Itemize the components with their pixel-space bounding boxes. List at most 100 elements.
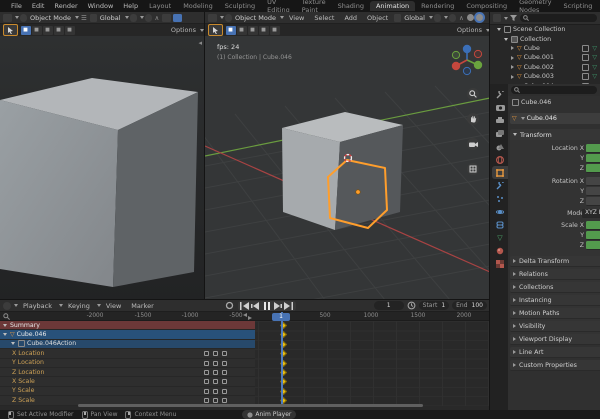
select-mode-intersect[interactable]: ■ bbox=[270, 26, 280, 35]
navigation-gizmo[interactable] bbox=[449, 42, 485, 78]
channel-y-location[interactable]: Y Location bbox=[0, 359, 255, 368]
panel-viewport-display[interactable]: Viewport Display bbox=[510, 334, 600, 345]
tab-modifiers[interactable] bbox=[492, 179, 508, 192]
outliner-row-scene-collection[interactable]: Scene Collection bbox=[490, 25, 600, 34]
shading-solid-icon[interactable] bbox=[173, 14, 182, 22]
gizmo-z-axis[interactable] bbox=[463, 45, 471, 53]
panel-line-art[interactable]: Line Art bbox=[510, 347, 600, 358]
tab-view-layer[interactable] bbox=[492, 127, 508, 140]
modifier-icon[interactable] bbox=[204, 379, 209, 384]
tab-constraints[interactable] bbox=[492, 218, 508, 231]
mute-icon[interactable] bbox=[213, 361, 218, 366]
channel-y-scale[interactable]: Y Scale bbox=[0, 387, 255, 396]
menu-edit[interactable]: Edit bbox=[27, 2, 50, 10]
channel-x-location[interactable]: X Location bbox=[0, 349, 255, 358]
editor-type-caret[interactable] bbox=[15, 16, 19, 19]
editor-type-timeline-icon[interactable] bbox=[3, 302, 11, 310]
select-mode-subtract[interactable]: ■ bbox=[248, 26, 258, 35]
object-type-caret[interactable] bbox=[521, 117, 525, 120]
mode-select-center[interactable]: Object Mode bbox=[235, 14, 276, 22]
rotation-x-field[interactable] bbox=[586, 177, 600, 186]
rotation-y-field[interactable] bbox=[586, 187, 600, 196]
frame-start-field[interactable]: Start1 bbox=[419, 301, 450, 310]
editor-type-caret[interactable] bbox=[220, 16, 224, 19]
material-data-icon[interactable]: ▽ bbox=[592, 45, 597, 52]
tab-rendering[interactable]: Rendering bbox=[415, 1, 460, 11]
active-tool-select-box[interactable] bbox=[208, 24, 223, 36]
channel-object[interactable]: ▽Cube.046 bbox=[0, 330, 255, 339]
sidebar-toggle-icon[interactable]: ◂ bbox=[198, 39, 202, 47]
tab-physics[interactable] bbox=[492, 205, 508, 218]
modifier-icon[interactable] bbox=[204, 398, 209, 403]
viewport-left-canvas[interactable]: ◂ bbox=[0, 36, 204, 300]
filter-funnel-icon[interactable] bbox=[510, 15, 517, 21]
select-mode-set[interactable]: ■ bbox=[21, 26, 31, 35]
auto-keying-record-icon[interactable] bbox=[225, 301, 234, 310]
disclosure-closed-icon[interactable] bbox=[511, 65, 514, 69]
panel-custom-properties[interactable]: Custom Properties bbox=[510, 360, 600, 371]
location-z-field[interactable] bbox=[586, 164, 600, 173]
scale-z-field[interactable] bbox=[586, 241, 600, 250]
lock-icon[interactable] bbox=[222, 379, 227, 384]
properties-search-input[interactable] bbox=[511, 86, 597, 94]
mute-icon[interactable] bbox=[213, 389, 218, 394]
gizmo-x-axis[interactable] bbox=[452, 62, 460, 70]
mesh-data-icon[interactable] bbox=[582, 64, 589, 71]
menu-keying[interactable]: Keying bbox=[63, 302, 95, 310]
falloff-icon[interactable]: ∧ bbox=[155, 14, 160, 22]
menu-render[interactable]: Render bbox=[49, 2, 82, 10]
frame-end-field[interactable]: End100 bbox=[452, 301, 487, 310]
menu-window[interactable]: Window bbox=[83, 2, 119, 10]
use-preview-range-clock-icon[interactable] bbox=[407, 301, 416, 310]
tab-sculpting[interactable]: Sculpting bbox=[219, 1, 261, 11]
options-center[interactable]: Options bbox=[457, 26, 482, 34]
tab-tool[interactable] bbox=[492, 88, 508, 101]
material-data-icon[interactable]: ▽ bbox=[592, 54, 597, 61]
lock-icon[interactable] bbox=[222, 351, 227, 356]
jump-to-start-button[interactable] bbox=[240, 302, 250, 310]
menu-help[interactable]: Help bbox=[118, 2, 143, 10]
current-frame-field[interactable]: 1 bbox=[374, 301, 404, 310]
snap-magnet-icon[interactable] bbox=[434, 14, 441, 22]
jump-to-end-button[interactable] bbox=[284, 302, 294, 310]
snap-caret[interactable] bbox=[140, 16, 144, 19]
channel-action[interactable]: Cube.046Action bbox=[0, 340, 255, 349]
mesh-data-icon[interactable] bbox=[582, 45, 589, 52]
mute-icon[interactable] bbox=[213, 398, 218, 403]
tab-particles[interactable] bbox=[492, 192, 508, 205]
orientation-select-center[interactable]: Global bbox=[404, 14, 425, 22]
tab-material[interactable] bbox=[492, 244, 508, 257]
mute-icon[interactable] bbox=[213, 351, 218, 356]
editor-type-outliner-icon[interactable] bbox=[493, 14, 501, 22]
disclosure-closed-icon[interactable] bbox=[511, 56, 514, 60]
rotation-mode-dropdown[interactable]: XYZ Euler bbox=[582, 209, 600, 218]
viewport-center-canvas[interactable]: fps: 24 (1) Collection | Cube.046 bbox=[205, 36, 490, 300]
channel-search-icon[interactable] bbox=[3, 313, 11, 321]
camera-view-icon[interactable] bbox=[467, 138, 479, 150]
options-left[interactable]: Options bbox=[171, 26, 196, 34]
select-mode-intersect[interactable]: ■ bbox=[65, 26, 75, 35]
timeline-splitter[interactable] bbox=[0, 299, 490, 300]
menu-select[interactable]: Select bbox=[309, 14, 339, 22]
tab-scripting[interactable]: Scripting bbox=[558, 1, 599, 11]
object-name-field[interactable]: ▽ Cube.046 bbox=[510, 113, 600, 124]
location-x-field[interactable] bbox=[586, 144, 600, 153]
panel-delta-transform[interactable]: Delta Transform bbox=[510, 256, 600, 267]
disclosure-closed-icon[interactable] bbox=[511, 46, 514, 50]
outliner-row-cube001[interactable]: ▽ Cube.001 ▽ bbox=[490, 53, 600, 62]
overlays-icon[interactable] bbox=[162, 14, 171, 22]
editor-type-3dview-icon[interactable] bbox=[3, 14, 12, 22]
shading-wireframe-icon[interactable] bbox=[467, 14, 474, 21]
mesh-data-icon[interactable] bbox=[582, 73, 589, 80]
outliner-row-collection[interactable]: Collection bbox=[490, 34, 600, 43]
proportional-edit-icon[interactable] bbox=[449, 14, 456, 22]
previous-keyframe-button[interactable] bbox=[251, 302, 261, 310]
modifier-icon[interactable] bbox=[204, 370, 209, 375]
tab-shading[interactable]: Shading bbox=[332, 1, 370, 11]
panel-collections[interactable]: Collections bbox=[510, 282, 600, 293]
tab-layout[interactable]: Layout bbox=[143, 1, 177, 11]
panel-visibility[interactable]: Visibility bbox=[510, 321, 600, 332]
panel-motion-paths[interactable]: Motion Paths bbox=[510, 308, 600, 319]
orientation-caret[interactable] bbox=[125, 16, 129, 19]
outliner-row-cube003[interactable]: ▽ Cube.003 ▽ bbox=[490, 72, 600, 81]
